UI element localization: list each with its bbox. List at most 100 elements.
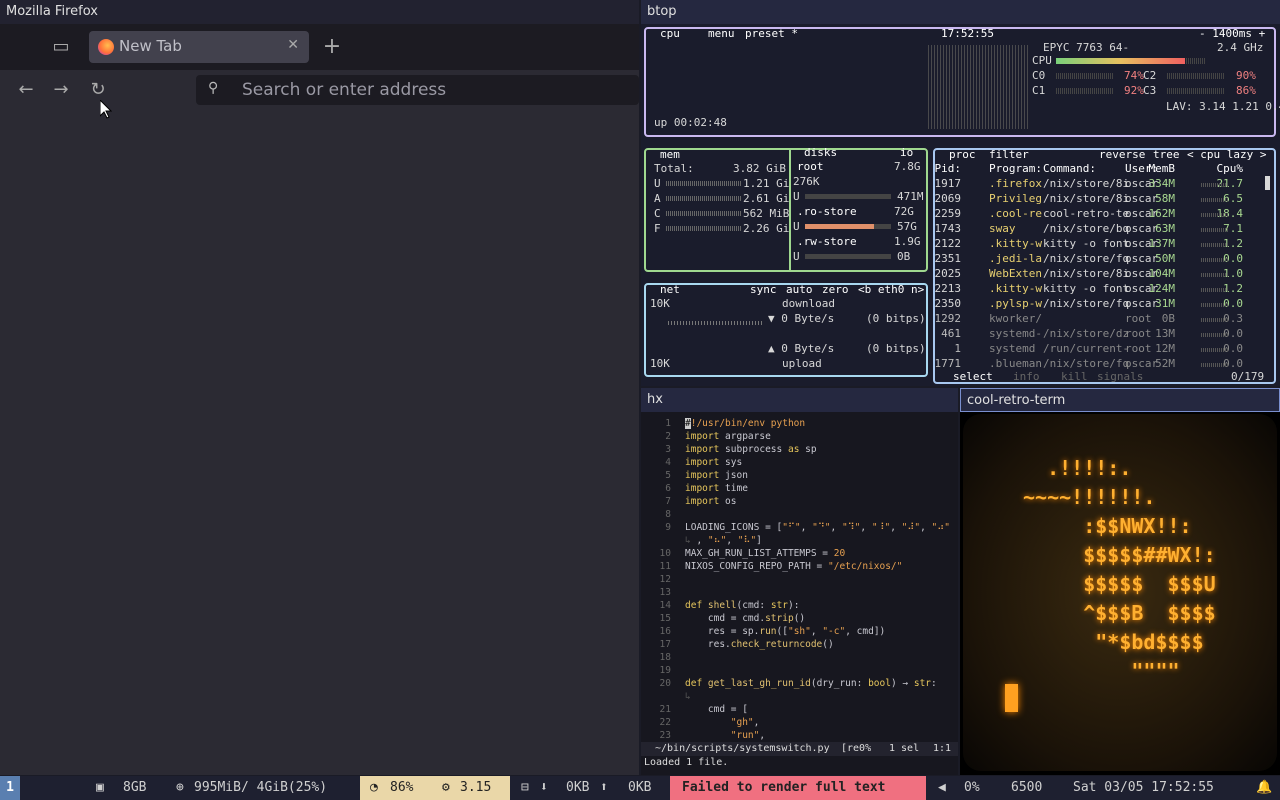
disk-name: .ro-store [797,205,857,218]
url-bar[interactable]: ⚲ Search or enter address [196,75,639,105]
table-row[interactable]: 461 systemd-/nix/store/dz root 13M 0.0 [935,326,1265,341]
disk-usage-bar [805,254,891,259]
signals-button[interactable]: signals [1097,369,1143,384]
tree-toggle[interactable]: tree [1153,147,1180,162]
io-header[interactable]: io [900,145,913,160]
proc-cell: /run/current- [1043,342,1130,355]
proc-col-header[interactable]: Pid: [927,161,962,176]
proc-cell: kitty -o font [1043,282,1130,295]
proc-scrollbar[interactable] [1265,176,1270,190]
table-row[interactable]: 1292 kworker/root 0B 0.3 [935,311,1265,326]
zero-toggle[interactable]: zero [822,282,849,297]
mem-graph [666,211,742,216]
auto-toggle[interactable]: auto [786,282,813,297]
mem-header[interactable]: mem [660,147,680,162]
proc-cell: 50M [1155,252,1175,265]
disk-used-label: U [793,250,800,263]
tab-title: New Tab [119,37,182,55]
mem-row-key: C [654,207,661,220]
proc-cell: /nix/store/8i [1043,267,1130,280]
disks-header[interactable]: disks [804,145,837,160]
workspace-1[interactable]: 1 [0,776,20,800]
table-row[interactable]: 2350 .pylsp-w/nix/store/fq oscar 31M 0.0 [935,296,1265,311]
search-icon: ⚲ [208,80,219,96]
volume-level[interactable]: 0% [964,776,980,800]
proc-cell: .kitty-w [989,282,1042,295]
cpu-mini-graph [1201,183,1229,187]
proc-cell: 104M [1148,267,1176,280]
table-row[interactable]: 1 systemd/run/current-root 12M 0.0 [935,341,1265,356]
firefox-logo-icon [98,39,114,55]
disk-used: 471M [897,190,924,203]
swap-icon: ⊕ [176,780,184,795]
proc-cell: 334M [1148,177,1176,190]
proc-col-header[interactable]: MemB [1141,161,1176,176]
cpu-row-label: C3 [1143,84,1157,97]
tab-strip: ▭ New Tab ✕ + [0,24,639,70]
disk-name: .rw-store [797,235,857,248]
crt-screen[interactable]: .!!!!:. ~~~~!!!!!!. :$$NWX!!: $$$$$##WX!… [963,414,1277,771]
proc-cell: 0B [1161,312,1175,325]
proc-col-header[interactable]: Cpu% [1203,161,1244,176]
table-row[interactable]: 2025 WebExten/nix/store/8i oscar 104M 1.0 [935,266,1265,281]
disk-icon: ⊟ [521,780,529,795]
sort-selector[interactable]: < cpu lazy > [1187,147,1266,162]
sync-toggle[interactable]: sync [750,282,777,297]
close-tab-icon[interactable]: ✕ [287,37,299,53]
net-header[interactable]: net [660,282,680,297]
cpu-mini-graph [1201,303,1229,307]
proc-col-header[interactable]: Program: [989,161,1042,176]
tab-new-tab[interactable]: New Tab ✕ [89,31,309,63]
cpu-mini-graph [1201,243,1229,247]
preset-header[interactable]: preset * [745,26,798,41]
bell-icon[interactable]: 🔔 [1256,776,1272,800]
window-title: Mozilla Firefox [0,0,639,24]
proc-cell: WebExten [989,267,1042,280]
table-row[interactable]: 2213 .kitty-w kitty -o font oscar 124M 1.2 [935,281,1265,296]
proc-cell: .cool-re [989,207,1042,220]
proc-cell: 58M [1155,192,1175,205]
kill-button[interactable]: kill [1061,369,1088,384]
mem-graph [666,196,742,201]
table-row[interactable]: 1917 .firefox/nix/store/8i oscar 334M 21.7 [935,176,1265,191]
upload-rate: ▲ 0 Byte/s [768,342,835,355]
ascii-art: .!!!!:. ~~~~!!!!!!. :$$NWX!!: $$$$$##WX!… [1023,456,1216,683]
reverse-toggle[interactable]: reverse [1099,147,1145,162]
table-row[interactable]: 2069 Privileg/nix/store/8i oscar 58M 6.5 [935,191,1265,206]
btop-window: btop cpu menu preset * 17:52:55 - 1400ms… [641,0,1280,386]
info-button[interactable]: info [1013,369,1040,384]
download-rate: ▼ 0 Byte/s [768,312,835,325]
update-interval[interactable]: - 1400ms + [1199,26,1265,41]
proc-cell: .jedi-la [989,252,1042,265]
proc-cell: 2069 [934,192,962,205]
disk-size: 1.9G [894,235,921,248]
table-row[interactable]: 1743 sway/nix/store/bq oscar 63M 7.1 [935,221,1265,236]
mem-row-value: 562 MiB [743,207,790,220]
table-row[interactable]: 2122 .kitty-w kitty -o font oscar 137M 1.2 [935,236,1265,251]
code-editor[interactable]: 1 #!/usr/bin/env python 2 import argparse … [641,418,958,743]
proc-col-header[interactable]: Command: [1043,161,1096,176]
cpu-freq: 2.4 GHz [1217,41,1264,54]
select-label[interactable]: select [953,369,993,384]
interface-selector[interactable]: <b eth0 n> [858,282,924,297]
back-icon[interactable]: ← [12,76,40,104]
disk-size: 7.8G [894,160,921,173]
forward-icon[interactable]: → [47,76,75,104]
disk-used-label: U [793,220,800,233]
volume-icon[interactable]: ◀ [938,776,946,800]
filter-button[interactable]: filter [989,147,1029,162]
upload-bits: (0 bitps) [866,342,926,355]
firefox-view-icon[interactable]: ▭ [47,33,75,61]
table-row[interactable]: 2259 .cool-re cool-retro-te oscar 162M 18.4 [935,206,1265,221]
file-path: ~/bin/scripts/systemswitch.py [655,743,830,754]
disk-used: 0B [897,250,911,263]
ram-icon: ▣ [96,780,104,795]
page-content[interactable] [0,110,639,775]
cpu-header[interactable]: cpu [660,26,680,41]
menu-header[interactable]: menu [708,26,735,41]
table-row[interactable]: 2351 .jedi-la/nix/store/fq oscar 50M 0.0 [935,251,1265,266]
cpu-gauge-icon: ◔ [370,780,378,795]
new-tab-button[interactable]: + [318,33,346,61]
proc-cell: 124M [1148,282,1176,295]
proc-header[interactable]: proc [949,147,976,162]
